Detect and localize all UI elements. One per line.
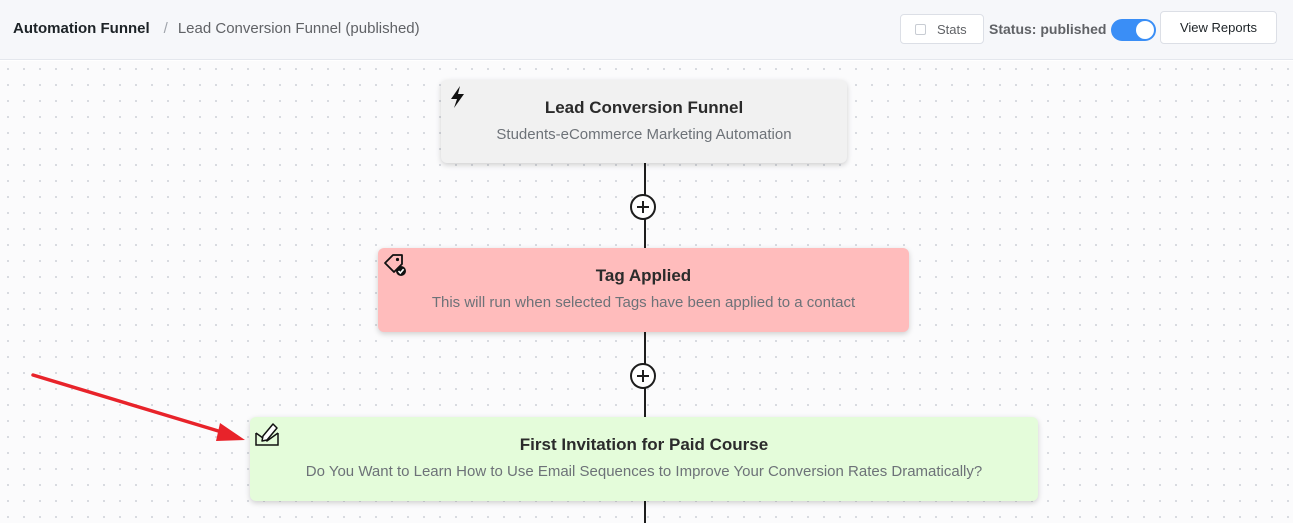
stats-checkbox[interactable] <box>915 24 926 35</box>
breadcrumb-current: Lead Conversion Funnel (published) <box>177 20 420 37</box>
breadcrumb-separator: / <box>163 20 168 37</box>
add-step-button[interactable] <box>630 363 656 389</box>
status-toggle-switch[interactable] <box>1111 19 1156 41</box>
top-header: Automation Funnel / Lead Conversion Funnel… <box>0 0 1293 60</box>
node-title: Lead Conversion Funnel <box>544 98 744 117</box>
toggle-knob <box>1136 21 1154 39</box>
breadcrumb-root-link[interactable]: Automation Funnel <box>13 20 150 37</box>
node-title: Tag Applied <box>595 266 692 285</box>
status-label: Status: published <box>989 21 1107 37</box>
node-subtitle: Do You Want to Learn How to Use Email Se… <box>305 463 983 480</box>
annotation-arrow <box>31 373 245 441</box>
email-action-node[interactable]: First Invitation for Paid Course Do You … <box>250 417 1038 501</box>
node-subtitle: Students-eCommerce Marketing Automation <box>496 126 792 143</box>
stats-label: Stats <box>937 22 967 37</box>
trigger-node[interactable]: Lead Conversion Funnel Students-eCommerc… <box>441 80 847 163</box>
add-step-button[interactable] <box>630 194 656 220</box>
node-title: First Invitation for Paid Course <box>519 435 769 454</box>
connector-line <box>644 501 646 523</box>
breadcrumb: Automation Funnel / Lead Conversion Funnel… <box>13 20 420 37</box>
tag-applied-node[interactable]: Tag Applied This will run when selected … <box>378 248 909 332</box>
view-reports-button[interactable]: View Reports <box>1160 11 1277 44</box>
stats-toggle-button[interactable]: Stats <box>900 14 984 44</box>
node-subtitle: This will run when selected Tags have be… <box>431 294 856 311</box>
